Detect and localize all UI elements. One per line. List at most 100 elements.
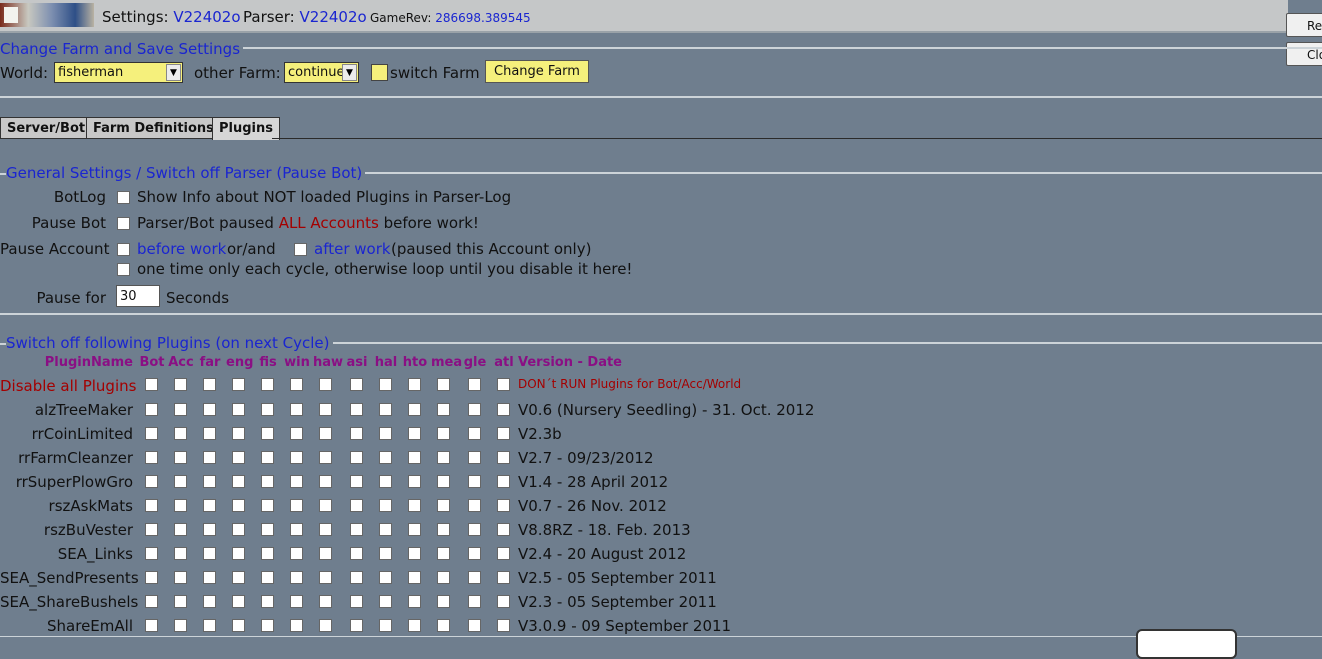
plugin-checkbox[interactable] — [145, 378, 158, 391]
plugin-checkbox[interactable] — [290, 427, 303, 440]
plugin-checkbox[interactable] — [468, 378, 481, 391]
plugin-checkbox[interactable] — [408, 547, 421, 560]
plugin-checkbox[interactable] — [497, 451, 510, 464]
plugin-checkbox[interactable] — [290, 475, 303, 488]
plugin-checkbox[interactable] — [290, 378, 303, 391]
plugin-checkbox[interactable] — [203, 499, 216, 512]
plugin-checkbox[interactable] — [350, 571, 363, 584]
plugin-checkbox[interactable] — [232, 595, 245, 608]
tab-plugins[interactable]: Plugins — [212, 117, 280, 140]
plugin-checkbox[interactable] — [145, 427, 158, 440]
plugin-checkbox[interactable] — [379, 403, 392, 416]
chevron-down-icon[interactable]: ▼ — [342, 64, 357, 81]
plugin-checkbox[interactable] — [350, 595, 363, 608]
plugin-checkbox[interactable] — [379, 475, 392, 488]
plugin-checkbox[interactable] — [468, 547, 481, 560]
plugin-checkbox[interactable] — [497, 547, 510, 560]
plugin-checkbox[interactable] — [203, 619, 216, 632]
plugin-checkbox[interactable] — [350, 499, 363, 512]
plugin-checkbox[interactable] — [497, 403, 510, 416]
plugin-checkbox[interactable] — [350, 475, 363, 488]
plugin-checkbox[interactable] — [408, 475, 421, 488]
plugin-checkbox[interactable] — [437, 523, 450, 536]
plugin-checkbox[interactable] — [468, 403, 481, 416]
plugin-checkbox[interactable] — [497, 571, 510, 584]
plugin-checkbox[interactable] — [437, 595, 450, 608]
plugin-checkbox[interactable] — [408, 378, 421, 391]
plugin-checkbox[interactable] — [232, 499, 245, 512]
plugin-checkbox[interactable] — [408, 595, 421, 608]
chevron-down-icon[interactable]: ▼ — [166, 64, 181, 81]
plugin-checkbox[interactable] — [497, 595, 510, 608]
plugin-checkbox[interactable] — [437, 571, 450, 584]
plugin-checkbox[interactable] — [232, 451, 245, 464]
plugin-checkbox[interactable] — [319, 378, 332, 391]
plugin-checkbox[interactable] — [408, 523, 421, 536]
plugin-checkbox[interactable] — [379, 619, 392, 632]
plugin-checkbox[interactable] — [261, 619, 274, 632]
plugin-checkbox[interactable] — [319, 619, 332, 632]
plugin-checkbox[interactable] — [232, 378, 245, 391]
plugin-checkbox[interactable] — [379, 427, 392, 440]
plugin-checkbox[interactable] — [319, 547, 332, 560]
plugin-checkbox[interactable] — [174, 571, 187, 584]
plugin-checkbox[interactable] — [319, 523, 332, 536]
plugin-checkbox[interactable] — [145, 547, 158, 560]
plugin-checkbox[interactable] — [437, 499, 450, 512]
plugin-checkbox[interactable] — [319, 595, 332, 608]
plugin-checkbox[interactable] — [408, 619, 421, 632]
plugin-checkbox[interactable] — [468, 523, 481, 536]
plugin-checkbox[interactable] — [203, 523, 216, 536]
plugin-checkbox[interactable] — [408, 451, 421, 464]
plugin-checkbox[interactable] — [290, 499, 303, 512]
plugin-checkbox[interactable] — [437, 619, 450, 632]
plugin-checkbox[interactable] — [290, 595, 303, 608]
plugin-checkbox[interactable] — [145, 475, 158, 488]
plugin-checkbox[interactable] — [261, 499, 274, 512]
plugin-checkbox[interactable] — [174, 595, 187, 608]
plugin-checkbox[interactable] — [437, 427, 450, 440]
plugin-checkbox[interactable] — [408, 571, 421, 584]
plugin-checkbox[interactable] — [203, 378, 216, 391]
plugin-checkbox[interactable] — [232, 523, 245, 536]
plugin-checkbox[interactable] — [145, 619, 158, 632]
plugin-checkbox[interactable] — [203, 427, 216, 440]
botlog-checkbox[interactable] — [117, 191, 130, 204]
plugin-checkbox[interactable] — [290, 523, 303, 536]
plugin-checkbox[interactable] — [290, 403, 303, 416]
plugin-checkbox[interactable] — [408, 427, 421, 440]
plugin-checkbox[interactable] — [174, 403, 187, 416]
other-farm-select[interactable]: continue ▼ — [284, 62, 359, 83]
plugin-checkbox[interactable] — [350, 619, 363, 632]
plugin-checkbox[interactable] — [319, 475, 332, 488]
plugin-checkbox[interactable] — [319, 427, 332, 440]
plugin-checkbox[interactable] — [145, 571, 158, 584]
plugin-checkbox[interactable] — [468, 475, 481, 488]
plugin-checkbox[interactable] — [319, 403, 332, 416]
plugin-checkbox[interactable] — [261, 475, 274, 488]
plugin-checkbox[interactable] — [174, 619, 187, 632]
plugin-checkbox[interactable] — [261, 403, 274, 416]
plugin-checkbox[interactable] — [319, 451, 332, 464]
plugin-checkbox[interactable] — [350, 403, 363, 416]
plugin-checkbox[interactable] — [497, 427, 510, 440]
plugin-checkbox[interactable] — [145, 451, 158, 464]
close-button[interactable]: Clo — [1286, 42, 1322, 66]
plugin-checkbox[interactable] — [497, 378, 510, 391]
plugin-checkbox[interactable] — [261, 547, 274, 560]
plugin-checkbox[interactable] — [203, 547, 216, 560]
plugin-checkbox[interactable] — [232, 619, 245, 632]
pausefor-input[interactable]: 30 — [116, 285, 160, 307]
plugin-checkbox[interactable] — [379, 378, 392, 391]
plugin-checkbox[interactable] — [379, 499, 392, 512]
plugin-checkbox[interactable] — [290, 571, 303, 584]
plugin-checkbox[interactable] — [379, 523, 392, 536]
plugin-checkbox[interactable] — [468, 571, 481, 584]
tab-server-bot[interactable]: Server/Bot — [0, 117, 93, 139]
plugin-checkbox[interactable] — [319, 499, 332, 512]
plugin-checkbox[interactable] — [145, 523, 158, 536]
plugin-checkbox[interactable] — [261, 595, 274, 608]
plugin-checkbox[interactable] — [437, 451, 450, 464]
plugin-checkbox[interactable] — [350, 427, 363, 440]
plugin-checkbox[interactable] — [232, 547, 245, 560]
